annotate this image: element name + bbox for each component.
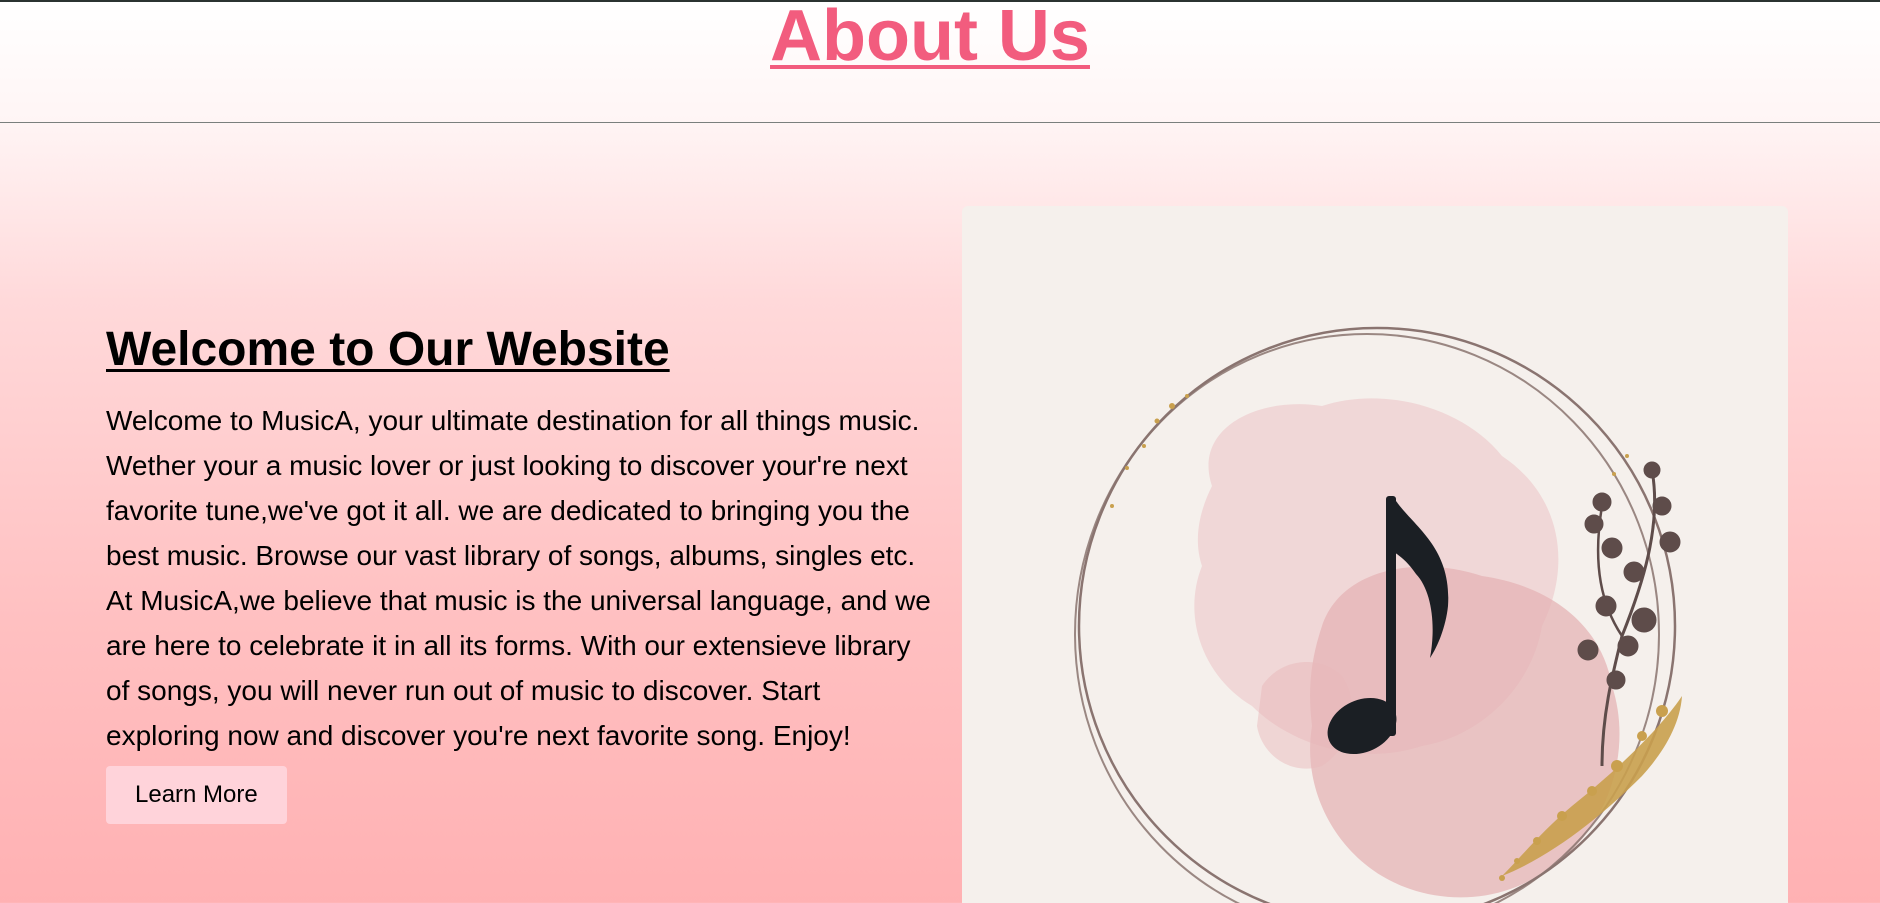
about-image [962, 206, 1788, 903]
music-logo-illustration [1074, 326, 1682, 903]
page-header: About Us [0, 0, 1880, 123]
page-title: About Us [770, 0, 1090, 76]
learn-more-button[interactable]: Learn More [106, 766, 287, 824]
welcome-heading: Welcome to Our Website [106, 323, 670, 376]
about-content: Welcome to Our Website Welcome to MusicA… [106, 320, 936, 824]
about-description: Welcome to MusicA, your ultimate destina… [106, 405, 931, 751]
